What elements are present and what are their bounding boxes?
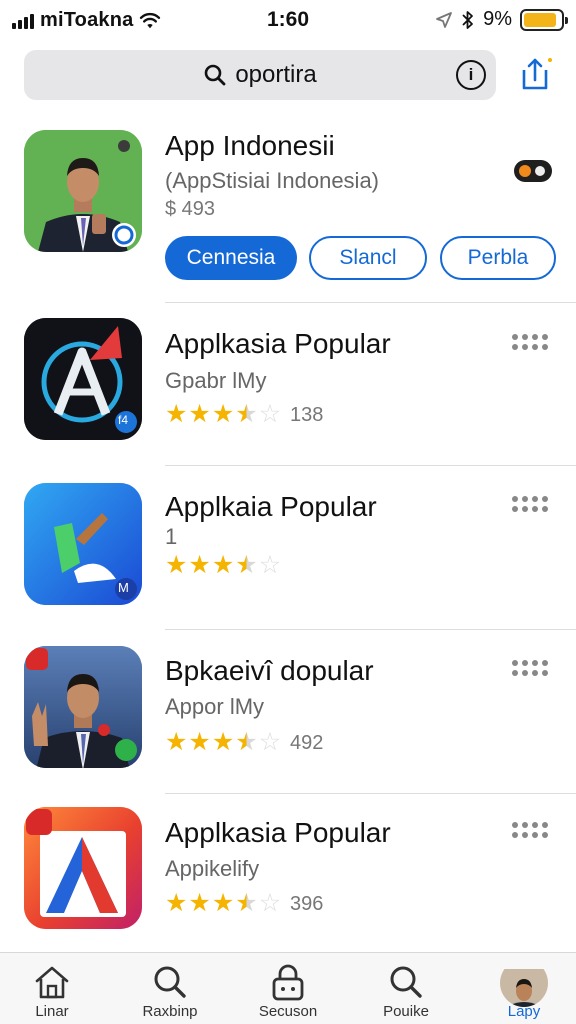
tab-bar: Linar Raxbinp Secuson Pouike Lapy: [0, 952, 576, 1024]
half-star-icon: ★: [235, 551, 258, 579]
search-icon: [390, 966, 422, 998]
search-icon: [205, 64, 226, 86]
app-title[interactable]: Applkasia Popular: [165, 817, 391, 849]
divider: [165, 793, 576, 794]
toggle-knob-orange: [519, 165, 531, 177]
featured-title[interactable]: App Indonesii: [165, 130, 335, 162]
info-icon[interactable]: i: [456, 60, 486, 90]
star-rating: ★ ★ ★ ★ ☆: [165, 553, 281, 578]
tab-home[interactable]: Linar: [0, 953, 104, 1024]
tab-label: Secuson: [258, 1003, 318, 1020]
rating-count: 492: [290, 732, 324, 754]
tab-search-2[interactable]: Pouike: [354, 953, 458, 1024]
tab-label: Raxbinp: [142, 1003, 198, 1020]
app-title[interactable]: Applkaia Popular: [165, 491, 377, 523]
star-icon: ★: [165, 889, 188, 917]
featured-tertiary-button[interactable]: Perbla: [440, 236, 556, 280]
app-icon-badge: M: [118, 580, 129, 595]
toggle-switch[interactable]: [514, 160, 552, 182]
half-star-icon: ★: [235, 728, 258, 756]
more-icon[interactable]: [512, 334, 550, 350]
more-icon[interactable]: [512, 496, 550, 512]
star-icon: ★: [165, 551, 188, 579]
location-arrow-icon: [436, 11, 452, 28]
avatar-portrait-icon: [500, 969, 548, 1007]
divider: [165, 465, 576, 466]
lock-icon: [272, 964, 304, 1001]
featured-subtitle: (AppStisiai Indonesia): [165, 168, 380, 193]
tab-label: Lapy: [507, 1003, 541, 1020]
star-rating: ★ ★ ★ ★ ☆: [165, 891, 281, 916]
star-icon: ★: [188, 551, 211, 579]
star-icon: ★: [211, 889, 235, 917]
search-icon: [154, 966, 186, 998]
empty-star-icon: ☆: [258, 889, 282, 917]
divider: [165, 302, 576, 303]
search-input[interactable]: oportira: [235, 61, 316, 89]
app-title[interactable]: Applkasia Popular: [165, 328, 391, 360]
star-rating: ★ ★ ★ ★ ☆: [165, 402, 281, 427]
toggle-knob: [535, 166, 545, 176]
app-title[interactable]: Bpkaeivî dopular: [165, 655, 374, 687]
tab-label: Linar: [35, 1003, 69, 1020]
app-subtitle: 1: [165, 524, 178, 549]
star-icon: ★: [188, 889, 211, 917]
person-portrait-icon: [24, 130, 142, 252]
app-icon-badge: f4: [118, 413, 129, 427]
app-icon[interactable]: [24, 807, 142, 929]
more-icon[interactable]: [512, 822, 550, 838]
rating-count: 138: [290, 404, 324, 426]
tab-label: Pouike: [383, 1003, 429, 1020]
more-icon[interactable]: [512, 660, 550, 676]
app-icon[interactable]: f4: [24, 318, 142, 440]
share-icon[interactable]: [516, 54, 556, 94]
featured-primary-button[interactable]: Cennesia: [165, 236, 297, 280]
battery-fill: [524, 12, 557, 27]
star-icon: ★: [165, 728, 188, 756]
tab-search[interactable]: Raxbinp: [118, 953, 222, 1024]
status-bar: miToakna 1:60 9%: [0, 0, 576, 42]
tab-security[interactable]: Secuson: [236, 953, 340, 1024]
app-subtitle: Gpabr lMy: [165, 368, 267, 393]
star-icon: ★: [211, 728, 235, 756]
star-icon: ★: [188, 728, 211, 756]
status-right: 9%: [435, 8, 568, 31]
featured-secondary-button[interactable]: Slancl: [309, 236, 427, 280]
search-content: oportira: [24, 50, 496, 100]
letter-a-logo-icon: [24, 807, 142, 929]
app-subtitle: Appor lMy: [165, 694, 265, 719]
empty-star-icon: ☆: [258, 400, 282, 428]
bluetooth-icon: [462, 10, 473, 29]
empty-star-icon: ☆: [258, 728, 282, 756]
half-star-icon: ★: [235, 400, 258, 428]
search-bar[interactable]: oportira i: [24, 50, 496, 100]
empty-star-icon: ☆: [258, 551, 282, 579]
star-icon: ★: [211, 551, 235, 579]
battery-percent: 9%: [483, 8, 512, 30]
star-icon: ★: [165, 400, 188, 428]
avatar: [500, 959, 548, 1007]
star-rating: ★ ★ ★ ★ ☆: [165, 730, 281, 755]
person-portrait-icon: [24, 646, 142, 768]
star-icon: ★: [188, 400, 211, 428]
battery-icon: [520, 8, 568, 31]
featured-app-icon[interactable]: [24, 130, 142, 252]
app-icon[interactable]: M: [24, 483, 142, 605]
app-icon[interactable]: [24, 646, 142, 768]
star-icon: ★: [211, 400, 235, 428]
featured-price: $ 493: [165, 198, 216, 220]
rating-count: 396: [290, 893, 324, 915]
app-subtitle: Appikelify: [165, 856, 260, 881]
divider: [165, 629, 576, 630]
half-star-icon: ★: [235, 889, 258, 917]
tab-profile[interactable]: Lapy: [472, 953, 576, 1024]
home-icon: [35, 966, 69, 999]
